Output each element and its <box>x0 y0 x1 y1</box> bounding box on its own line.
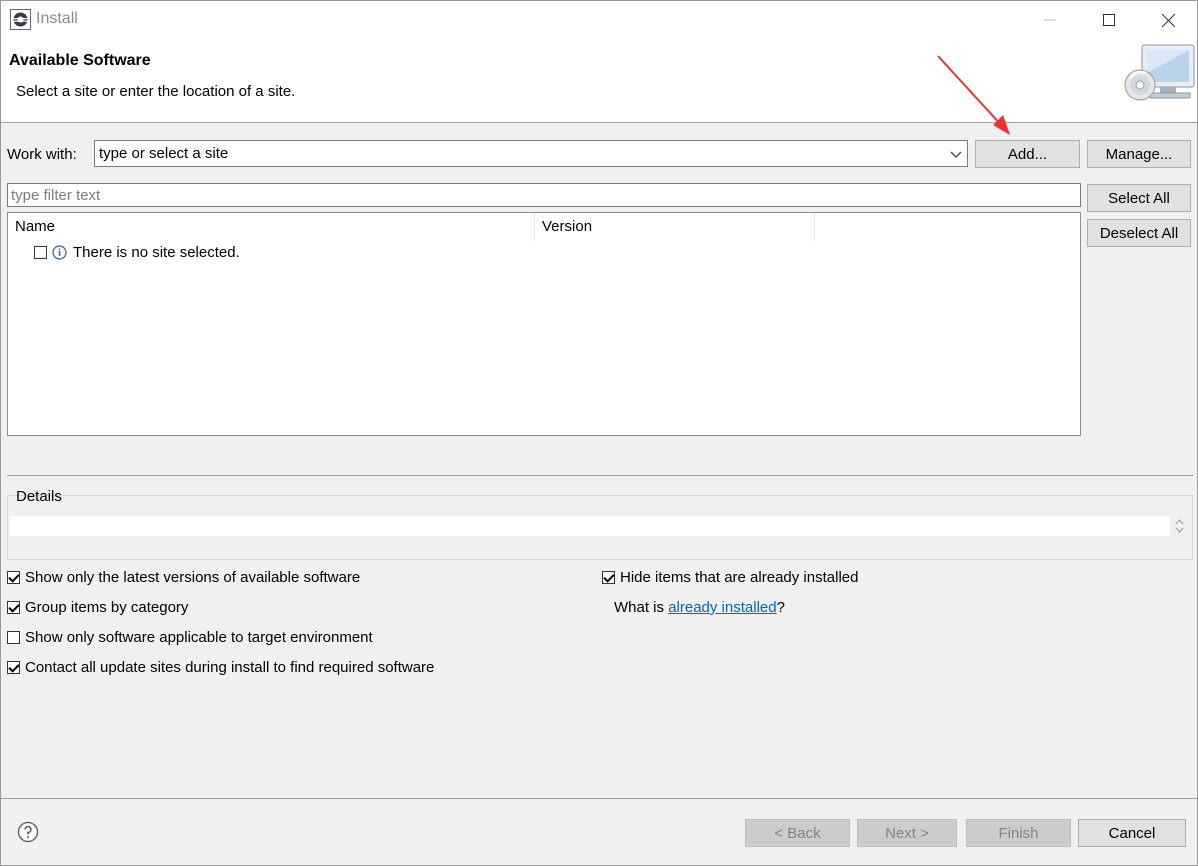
what-is-suffix: ? <box>776 598 785 616</box>
already-installed-link[interactable]: already installed <box>668 599 776 616</box>
details-label: Details <box>16 488 62 505</box>
what-is-prefix: What is <box>614 598 669 616</box>
option-label: Contact all update sites during install … <box>25 658 435 676</box>
maximize-button[interactable] <box>1080 1 1138 39</box>
work-with-combo[interactable]: type or select a site <box>94 140 968 167</box>
window-title: Install <box>36 10 78 27</box>
add-site-button[interactable]: Add... <box>975 140 1080 168</box>
footer-divider <box>1 798 1197 799</box>
work-with-label: Work with: <box>7 146 77 163</box>
software-table[interactable]: Name Version There is no site selected. <box>7 212 1081 436</box>
install-software-icon <box>1124 44 1195 101</box>
work-with-combo-value: type or select a site <box>99 145 229 162</box>
deselect-all-button[interactable]: Deselect All <box>1087 219 1191 247</box>
select-all-button[interactable]: Select All <box>1087 184 1191 212</box>
contact-update-sites-checkbox[interactable] <box>7 660 20 674</box>
option-contact-update-sites[interactable]: Contact all update sites during install … <box>7 657 434 677</box>
close-button[interactable] <box>1139 1 1197 39</box>
filter-input[interactable] <box>7 183 1081 207</box>
cancel-button[interactable]: Cancel <box>1078 819 1186 847</box>
option-hide-installed[interactable]: Hide items that are already installed <box>602 567 858 587</box>
eclipse-app-icon <box>10 9 31 30</box>
page-subtitle: Select a site or enter the location of a… <box>16 83 296 100</box>
latest-versions-checkbox[interactable] <box>7 570 20 584</box>
annotation-arrow-icon <box>937 55 1010 135</box>
details-scroll-arrows-icon[interactable] <box>1171 516 1188 536</box>
close-icon <box>1161 13 1175 27</box>
back-button[interactable]: < Back <box>745 819 850 847</box>
row-text: There is no site selected. <box>73 243 240 261</box>
group-by-category-checkbox[interactable] <box>7 600 20 614</box>
what-is-installed-text: What is already installed ? <box>614 597 785 617</box>
option-label: Group items by category <box>25 598 189 616</box>
column-header-version[interactable]: Version <box>535 213 815 241</box>
table-row[interactable]: There is no site selected. <box>34 242 240 262</box>
option-target-environment[interactable]: Show only software applicable to target … <box>7 627 373 647</box>
option-label: Hide items that are already installed <box>620 568 859 586</box>
option-latest-versions[interactable]: Show only the latest versions of availab… <box>7 567 360 587</box>
row-checkbox[interactable] <box>34 245 47 259</box>
column-header-name[interactable]: Name <box>8 213 535 241</box>
target-environment-checkbox[interactable] <box>7 630 20 644</box>
option-group-by-category[interactable]: Group items by category <box>7 597 188 617</box>
install-dialog: Install Available Software Select a site… <box>0 0 1198 866</box>
title-bar: Install <box>1 1 1197 39</box>
finish-button[interactable]: Finish <box>966 819 1071 847</box>
minimize-button[interactable] <box>1021 1 1079 39</box>
chevron-down-icon[interactable] <box>949 147 963 161</box>
option-label: Show only the latest versions of availab… <box>25 568 361 586</box>
minimize-icon <box>1044 19 1056 21</box>
details-text-area[interactable] <box>10 516 1170 536</box>
option-label: Show only software applicable to target … <box>25 628 373 646</box>
info-icon <box>52 244 67 260</box>
section-divider <box>7 475 1193 476</box>
help-icon[interactable] <box>17 821 39 843</box>
maximize-icon <box>1103 14 1115 26</box>
next-button[interactable]: Next > <box>857 819 957 847</box>
manage-sites-button[interactable]: Manage... <box>1087 140 1191 168</box>
hide-installed-checkbox[interactable] <box>602 570 615 584</box>
page-title: Available Software <box>9 52 151 69</box>
